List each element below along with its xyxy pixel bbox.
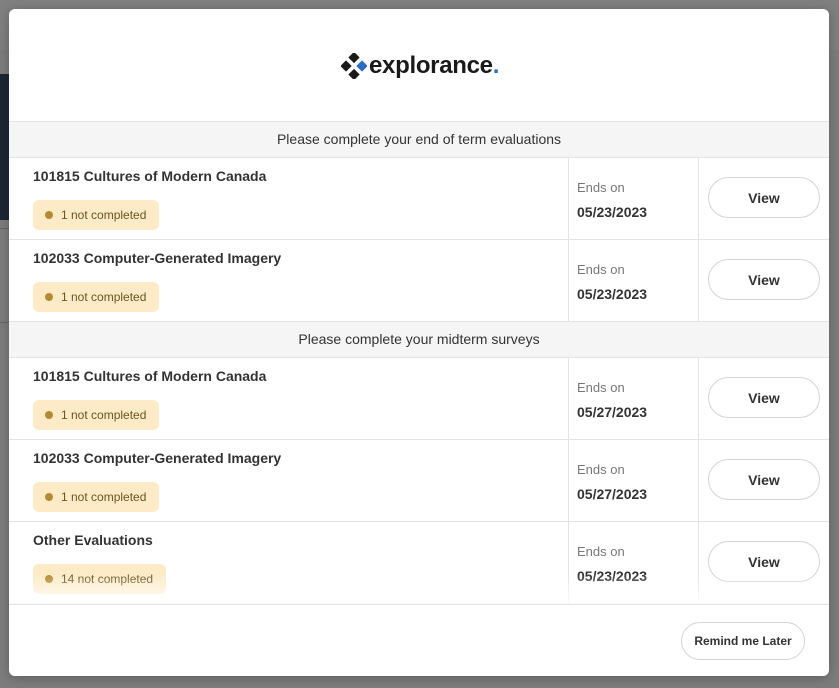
course-name: 102033 Computer-Generated Imagery [33, 250, 282, 266]
status-text: 1 not completed [61, 208, 147, 222]
view-button[interactable]: View [708, 177, 820, 218]
action-cell: View [699, 158, 829, 239]
end-date: 05/23/2023 [577, 568, 648, 584]
evaluation-row: 102033 Computer-Generated Imagery 1 not … [9, 240, 829, 322]
status-badge: 1 not completed [33, 400, 160, 430]
status-text: 1 not completed [61, 490, 147, 504]
course-cell: 102033 Computer-Generated Imagery 1 not … [9, 240, 569, 321]
end-date-cell: Ends on 05/27/2023 [569, 440, 699, 521]
status-badge: 1 not completed [33, 482, 160, 512]
modal-header: explorance. [9, 9, 829, 122]
explorance-logo: explorance. [341, 51, 499, 81]
action-cell: View [699, 358, 829, 439]
status-text: 1 not completed [61, 290, 147, 304]
end-date: 05/27/2023 [577, 404, 648, 420]
view-button[interactable]: View [708, 459, 820, 500]
course-name: 102033 Computer-Generated Imagery [33, 450, 282, 466]
view-button[interactable]: View [708, 541, 820, 582]
status-dot-icon [45, 211, 53, 219]
modal-footer: Remind me Later [9, 604, 829, 676]
course-cell: Other Evaluations 14 not completed [9, 522, 569, 603]
course-cell: 101815 Cultures of Modern Canada 1 not c… [9, 158, 569, 239]
section-header: Please complete your end of term evaluat… [9, 122, 829, 158]
section-header: Please complete your midterm surveys [9, 322, 829, 358]
status-dot-icon [45, 293, 53, 301]
course-name: 101815 Cultures of Modern Canada [33, 368, 267, 384]
status-dot-icon [45, 411, 53, 419]
action-cell: View [699, 240, 829, 321]
course-name: 101815 Cultures of Modern Canada [33, 168, 267, 184]
action-cell: View [699, 440, 829, 521]
end-date: 05/23/2023 [577, 204, 648, 220]
status-dot-icon [45, 575, 53, 583]
end-date-cell: Ends on 05/27/2023 [569, 358, 699, 439]
status-text: 1 not completed [61, 408, 147, 422]
ends-on-label: Ends on [577, 180, 625, 195]
end-date-cell: Ends on 05/23/2023 [569, 522, 699, 603]
evaluation-row: 101815 Cultures of Modern Canada 1 not c… [9, 358, 829, 440]
course-cell: 102033 Computer-Generated Imagery 1 not … [9, 440, 569, 521]
evaluation-list[interactable]: Please complete your end of term evaluat… [9, 122, 829, 604]
evaluation-row: Other Evaluations 14 not completed Ends … [9, 522, 829, 604]
status-badge: 1 not completed [33, 282, 160, 312]
evaluation-row: 101815 Cultures of Modern Canada 1 not c… [9, 158, 829, 240]
action-cell: View [699, 522, 829, 603]
evaluations-modal: explorance. Please complete your end of … [9, 9, 829, 676]
course-cell: 101815 Cultures of Modern Canada 1 not c… [9, 358, 569, 439]
end-date-cell: Ends on 05/23/2023 [569, 158, 699, 239]
brand-name: explorance [369, 52, 493, 79]
ends-on-label: Ends on [577, 380, 625, 395]
ends-on-label: Ends on [577, 462, 625, 477]
end-date: 05/27/2023 [577, 486, 648, 502]
explorance-logo-icon [341, 53, 367, 79]
ends-on-label: Ends on [577, 262, 625, 277]
status-dot-icon [45, 493, 53, 501]
view-button[interactable]: View [708, 259, 820, 300]
ends-on-label: Ends on [577, 544, 625, 559]
evaluation-row: 102033 Computer-Generated Imagery 1 not … [9, 440, 829, 522]
end-date: 05/23/2023 [577, 286, 648, 302]
remind-me-later-button[interactable]: Remind me Later [681, 622, 805, 660]
end-date-cell: Ends on 05/23/2023 [569, 240, 699, 321]
status-badge: 14 not completed [33, 564, 167, 594]
status-badge: 1 not completed [33, 200, 160, 230]
view-button[interactable]: View [708, 377, 820, 418]
brand-dot: . [492, 52, 500, 79]
course-name: Other Evaluations [33, 532, 153, 548]
status-text: 14 not completed [61, 572, 154, 586]
